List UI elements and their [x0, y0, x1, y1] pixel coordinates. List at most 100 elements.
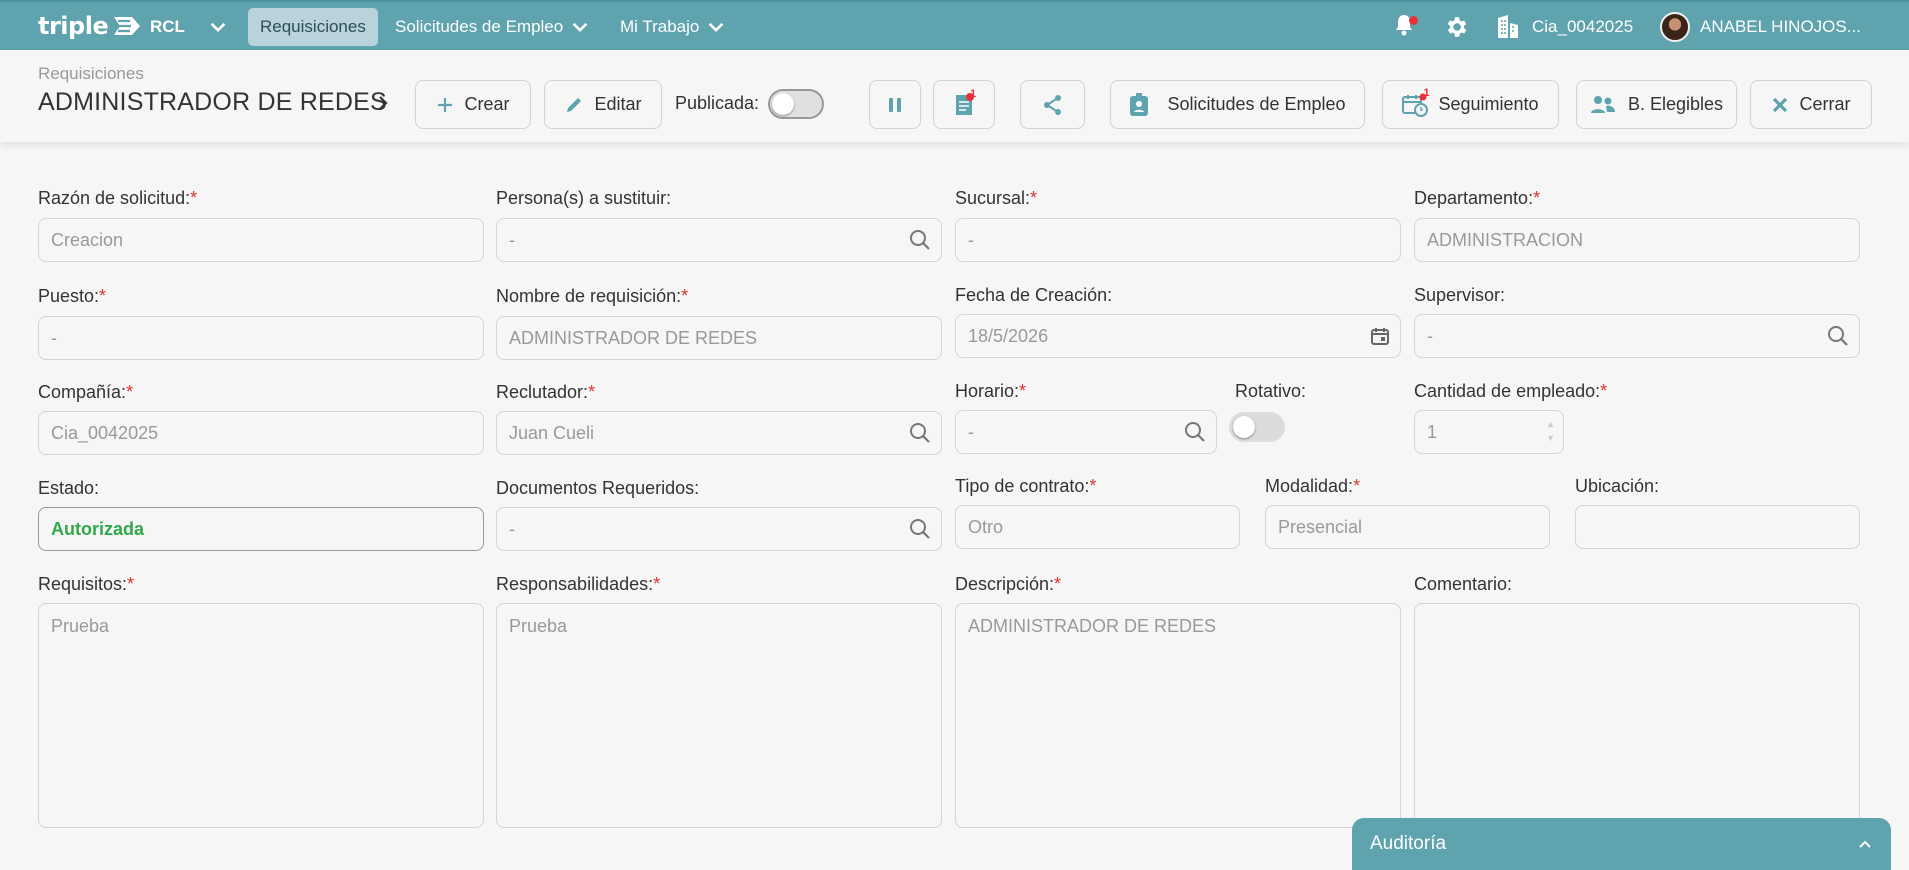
requisitos-label: Requisitos:* [38, 574, 135, 594]
plus-icon [438, 97, 453, 112]
nav-solicitudes-empleo[interactable]: Solicitudes de Empleo [383, 8, 601, 46]
puesto-label: Puesto:* [38, 286, 107, 306]
gear-icon [1447, 17, 1467, 37]
nombre-label: Nombre de requisición:* [496, 286, 689, 306]
documentos-field[interactable]: - [496, 507, 942, 551]
tracking-badge: 1 [1423, 86, 1430, 99]
company-selector[interactable]: Cia_0042025 [1496, 12, 1633, 42]
razon-value: Creacion [51, 229, 124, 250]
eligible-button[interactable]: B. Elegibles [1576, 80, 1737, 129]
tracking-button[interactable]: 1 Seguimiento [1382, 80, 1559, 129]
rotativo-toggle[interactable] [1229, 412, 1285, 442]
edit-label: Editar [594, 94, 642, 114]
estado-field[interactable]: Autorizada [38, 507, 484, 551]
razon-field[interactable]: Creacion [38, 218, 484, 262]
notification-dot [1409, 15, 1418, 25]
modalidad-label: Modalidad:* [1265, 476, 1361, 496]
search-icon[interactable] [909, 518, 931, 540]
comentario-textarea[interactable] [1414, 603, 1860, 828]
close-button[interactable]: Cerrar [1750, 80, 1872, 129]
published-label: Publicada: [675, 93, 760, 113]
sucursal-value: - [968, 229, 974, 250]
horario-label: Horario:* [955, 381, 1027, 401]
persona-field[interactable]: - [496, 218, 942, 262]
modalidad-value: Presencial [1278, 516, 1363, 537]
chevron-down-icon [210, 22, 226, 33]
puesto-value: - [51, 327, 57, 348]
chevron-up-icon[interactable]: ▲ [1546, 417, 1555, 431]
descripcion-label: Descripción:* [955, 574, 1062, 594]
search-icon[interactable] [1827, 325, 1849, 347]
tipo-field[interactable]: Otro [955, 505, 1240, 549]
fecha-field[interactable]: 18/5/2026 [955, 314, 1401, 358]
applications-label: Solicitudes de Empleo [1167, 94, 1346, 114]
create-button[interactable]: Crear [415, 80, 531, 129]
comentario-label: Comentario: [1414, 574, 1513, 594]
fecha-value: 18/5/2026 [968, 325, 1049, 346]
departamento-label: Departamento:* [1414, 188, 1541, 208]
nombre-field[interactable]: ADMINISTRADOR DE REDES [496, 316, 942, 360]
published-toggle[interactable] [768, 89, 824, 119]
page-header: Requisiciones ADMINISTRADOR DE REDES Cre… [0, 50, 1909, 142]
supervisor-field[interactable]: - [1414, 314, 1860, 358]
departamento-field[interactable]: ADMINISTRACION [1414, 218, 1860, 262]
search-icon[interactable] [909, 229, 931, 251]
requisitos-textarea[interactable]: Prueba [38, 603, 484, 828]
notes-badge: 1 [970, 88, 977, 100]
descripcion-textarea[interactable]: ADMINISTRADOR DE REDES [955, 603, 1401, 828]
cantidad-stepper[interactable]: 1 ▲ ▼ [1414, 410, 1564, 454]
building-icon [1498, 15, 1518, 38]
tracking-icon-wrap: 1 [1402, 87, 1430, 117]
puesto-field[interactable]: - [38, 316, 484, 360]
user-menu[interactable]: ANABEL HINOJOS... [1660, 12, 1861, 42]
breadcrumb[interactable]: Requisiciones [38, 64, 144, 84]
users-icon [1590, 95, 1615, 113]
supervisor-value: - [1427, 325, 1433, 346]
page-title: ADMINISTRADOR DE REDES [38, 88, 387, 116]
stepper-arrows[interactable]: ▲ ▼ [1546, 417, 1555, 445]
notes-button[interactable]: 1 [933, 80, 995, 129]
app-logo[interactable]: triple [38, 12, 142, 40]
fecha-label: Fecha de Creación: [955, 285, 1113, 305]
applications-button[interactable]: Solicitudes de Empleo [1110, 80, 1365, 129]
company-switcher[interactable]: RCL [138, 8, 239, 46]
sucursal-field[interactable]: - [955, 218, 1401, 262]
audit-label: Auditoría [1370, 833, 1447, 854]
share-button[interactable] [1020, 80, 1085, 129]
supervisor-label: Supervisor: [1414, 285, 1506, 305]
horario-field[interactable]: - [955, 410, 1217, 454]
documentos-value: - [509, 518, 515, 539]
notifications-button[interactable] [1393, 12, 1418, 42]
modalidad-field[interactable]: Presencial [1265, 505, 1550, 549]
sucursal-label: Sucursal:* [955, 188, 1038, 208]
toggle-knob [1233, 416, 1255, 438]
compania-label: Compañía:* [38, 382, 134, 402]
requisitos-value: Prueba [51, 616, 110, 636]
chevron-down-icon [572, 22, 588, 33]
reclutador-value: Juan Cueli [509, 422, 595, 443]
persona-value: - [509, 229, 515, 250]
nav-mi-trabajo[interactable]: Mi Trabajo [608, 8, 737, 46]
responsabilidades-textarea[interactable]: Prueba [496, 603, 942, 828]
top-navbar: triple RCL Requisiciones Solicitudes de … [0, 0, 1909, 50]
pause-button[interactable] [869, 80, 921, 129]
calendar-icon[interactable] [1370, 326, 1390, 346]
settings-button[interactable] [1443, 12, 1469, 42]
documentos-label: Documentos Requeridos: [496, 478, 700, 498]
reclutador-field[interactable]: Juan Cueli [496, 411, 942, 455]
audit-panel-toggle[interactable]: Auditoría [1352, 818, 1891, 870]
search-icon[interactable] [909, 422, 931, 444]
edit-button[interactable]: Editar [544, 80, 662, 129]
search-icon[interactable] [1184, 421, 1206, 443]
chevron-right-icon[interactable] [374, 94, 392, 112]
nav-requisiciones[interactable]: Requisiciones [248, 8, 378, 46]
cantidad-label: Cantidad de empleado:* [1414, 381, 1608, 401]
tracking-label: Seguimiento [1438, 94, 1539, 114]
company-short: RCL [150, 17, 185, 36]
logo-text: triple [38, 12, 109, 40]
estado-value: Autorizada [51, 518, 145, 539]
compania-field[interactable]: Cia_0042025 [38, 411, 484, 455]
razon-label: Razón de solicitud:* [38, 188, 198, 208]
chevron-down-icon[interactable]: ▼ [1546, 431, 1555, 445]
ubicacion-field[interactable] [1575, 505, 1860, 549]
